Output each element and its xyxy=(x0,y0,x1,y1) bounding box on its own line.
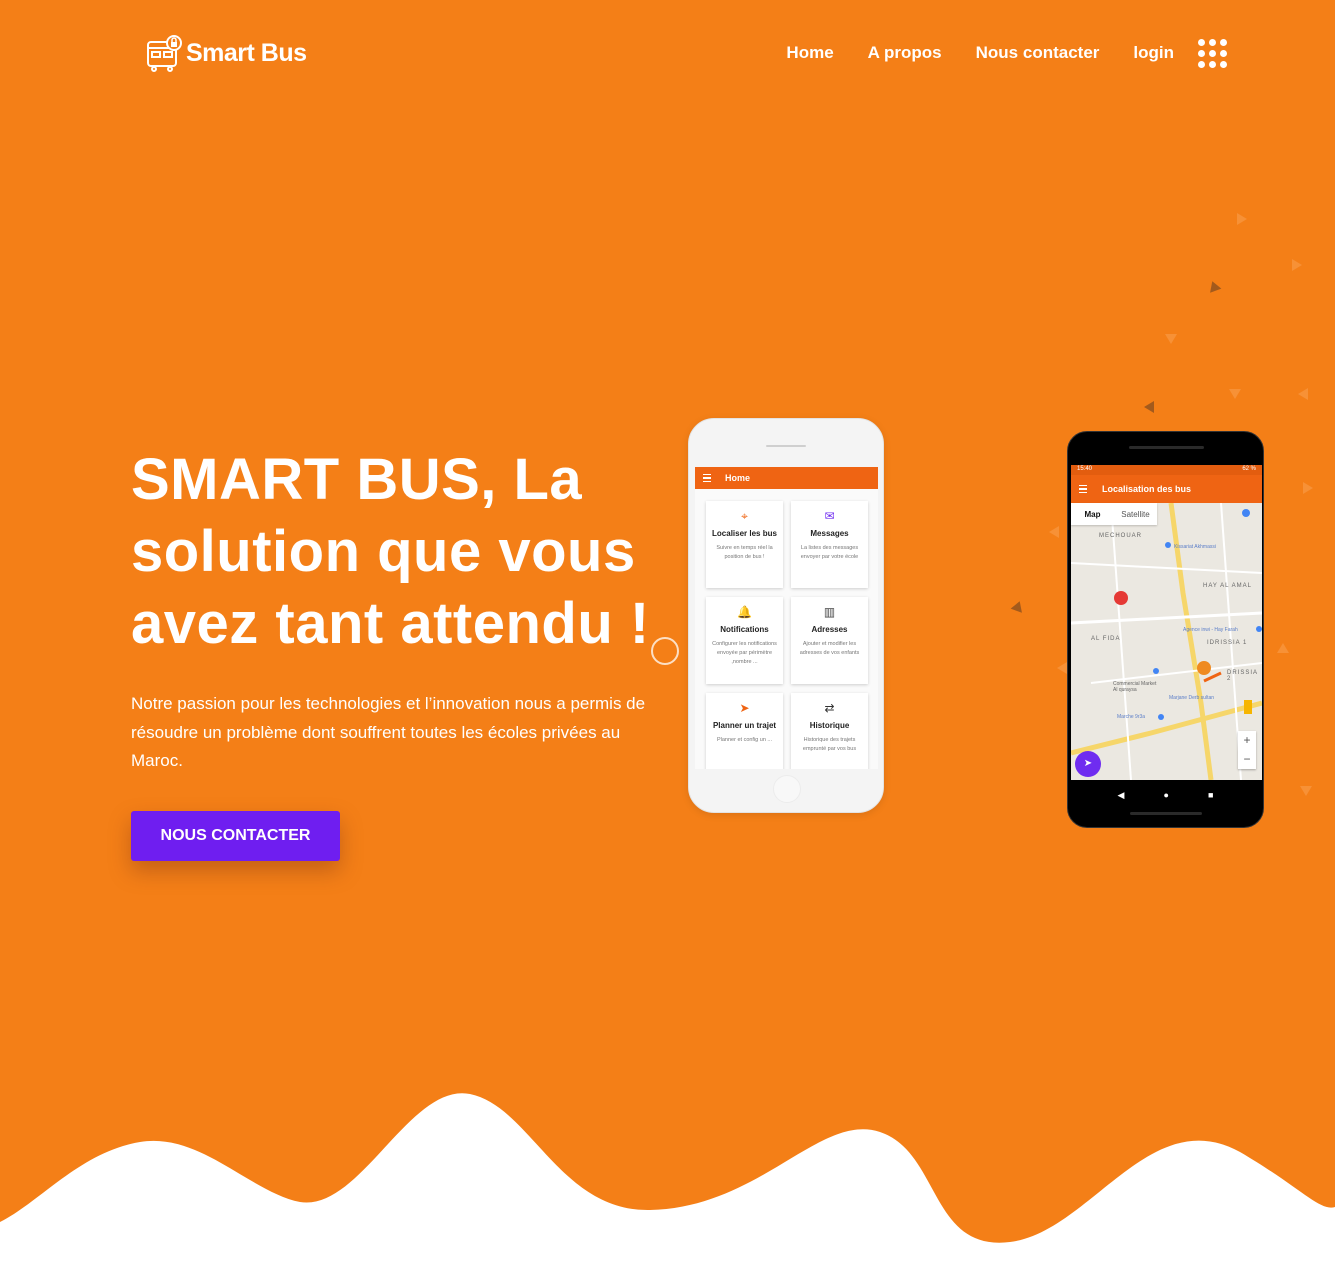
app-bar: Localisation des bus xyxy=(1071,475,1262,503)
feature-card-description: Suivre en temps réel la position de bus … xyxy=(716,545,773,560)
map-label: HAY AL AMAL xyxy=(1203,583,1252,589)
back-icon: ◀ xyxy=(1117,790,1125,800)
contact-cta-button[interactable]: NOUS CONTACTER xyxy=(131,811,340,861)
feature-card-title: Notifications xyxy=(720,625,769,634)
decorative-triangle xyxy=(1300,786,1312,796)
crosshair-icon: ⌖ xyxy=(741,509,748,523)
brand-name: Smart Bus xyxy=(186,38,307,67)
map-label: MECHOUAR xyxy=(1099,533,1143,539)
home-circle-icon: ● xyxy=(1163,790,1169,800)
map-label: Marjane Derb sultan xyxy=(1169,695,1215,701)
phone-speaker xyxy=(1129,446,1204,449)
menu-icon xyxy=(703,474,711,482)
feature-card: ➤ Planner un trajet Planner et config un .… xyxy=(706,693,783,769)
feature-card: 🔔 Notifications Configurer les notificatio… xyxy=(706,597,783,684)
swap-icon: ⇄ xyxy=(824,701,835,715)
main-menu: Home A propos Nous contacter login xyxy=(786,38,1227,68)
recent-apps-icon: ■ xyxy=(1208,790,1214,800)
status-time: 15:40 xyxy=(1077,466,1093,472)
phone-screen: Home ⌖ Localiser les bus Suivre en temps r… xyxy=(695,467,878,769)
nav-home-link[interactable]: Home xyxy=(786,43,833,63)
decorative-triangle xyxy=(1049,526,1059,538)
map-label: AL FIDA xyxy=(1091,636,1121,642)
feature-card: ✉ Messages La listes des messages envoyer … xyxy=(791,501,868,588)
feature-card-title: Adresses xyxy=(811,625,848,634)
home-button xyxy=(773,775,801,803)
phone-screen: 15:40 62 % Localisation des bus Map Sate… xyxy=(1071,465,1262,780)
nav-about-link[interactable]: A propos xyxy=(868,43,942,63)
decorative-triangle xyxy=(1010,599,1026,613)
menu-icon xyxy=(1079,485,1087,493)
hero-title: SMART BUS, La solution que vous avez tan… xyxy=(131,447,650,656)
map-label: Agence inwi - Hay Farah xyxy=(1183,627,1238,633)
top-nav: Smart Bus Home A propos Nous contacter l… xyxy=(146,32,1227,74)
feature-card-title: Messages xyxy=(810,529,849,538)
status-battery: 62 % xyxy=(1242,466,1256,472)
phone-mockup-home: Home ⌖ Localiser les bus Suivre en temps r… xyxy=(688,418,884,813)
phone-mockup-map: 15:40 62 % Localisation des bus Map Sate… xyxy=(1067,431,1264,828)
hero-description: Notre passion pour les technologies et l… xyxy=(131,694,646,770)
brand-logo[interactable]: Smart Bus xyxy=(146,34,307,72)
zoom-in-button: + xyxy=(1243,733,1251,747)
zoom-control: + − xyxy=(1238,731,1256,769)
compass-icon: ➤ xyxy=(1075,751,1101,777)
map-label: Commercial Market Al quraysa xyxy=(1113,681,1157,693)
map-label: Kissariat Akhmassi xyxy=(1174,544,1216,550)
phone-speaker xyxy=(766,445,806,447)
navigation-icon: ➤ xyxy=(739,701,750,715)
feature-card-description: La listes des messages envoyer par votre… xyxy=(800,545,859,560)
map-type-tabs: Map Satellite xyxy=(1071,503,1157,525)
decorative-triangle xyxy=(1303,482,1313,494)
app-bar: Home xyxy=(695,467,878,489)
mail-icon: ✉ xyxy=(824,509,835,523)
decorative-triangle xyxy=(1057,662,1067,674)
app-bar-title: Localisation des bus xyxy=(1102,484,1192,494)
map-view: Map Satellite MECHOUAR HAY AL AMAL AL FI… xyxy=(1071,503,1262,780)
phone-chin xyxy=(1130,812,1202,815)
map-label: DRISSIA 2 xyxy=(1227,670,1258,682)
decorative-ring xyxy=(651,637,679,665)
zoom-out-button: − xyxy=(1243,752,1251,766)
feature-card-description: Configurer les notifications envoyée par… xyxy=(712,641,777,665)
map-tab: Map xyxy=(1084,509,1101,519)
decorative-triangle xyxy=(1292,259,1302,271)
decorative-triangle xyxy=(1144,401,1154,413)
feature-card-title: Localiser les bus xyxy=(712,529,777,538)
bottom-wave xyxy=(0,1093,1335,1272)
feature-cards: ⌖ Localiser les bus Suivre en temps réel l… xyxy=(695,489,878,769)
nav-login-link[interactable]: login xyxy=(1133,43,1174,63)
decorative-triangle xyxy=(1237,213,1247,225)
decorative-triangle xyxy=(1277,643,1289,653)
decorative-triangle xyxy=(1206,279,1222,293)
feature-card: ⇄ Historique Historique des trajets emprun… xyxy=(791,693,868,769)
feature-card-description: Ajouter et modifier les adresses de vos … xyxy=(799,641,860,656)
grid-icon[interactable] xyxy=(1198,38,1227,68)
bell-icon: 🔔 xyxy=(737,605,752,619)
bus-icon xyxy=(147,35,182,72)
feature-card-description: Historique des trajets emprunté par vos … xyxy=(802,737,857,752)
map-label: IDRISSIA 1 xyxy=(1207,640,1248,646)
decorative-triangle xyxy=(1165,334,1177,344)
app-bar-title: Home xyxy=(725,473,751,483)
satellite-tab: Satellite xyxy=(1121,509,1150,519)
feature-card-description: Planner et config un ... xyxy=(716,737,773,743)
status-bar: 15:40 62 % xyxy=(1071,465,1262,475)
map-icon: ▥ xyxy=(823,605,836,619)
decorative-triangle xyxy=(1298,388,1308,400)
feature-card-title: Historique xyxy=(809,721,850,730)
nav-contact-link[interactable]: Nous contacter xyxy=(976,43,1100,63)
map-label: Marche 9r3a xyxy=(1117,714,1146,720)
feature-card: ⌖ Localiser les bus Suivre en temps réel l… xyxy=(706,501,783,588)
android-nav-bar: ◀ ● ■ xyxy=(1068,790,1263,801)
feature-card: ▥ Adresses Ajouter et modifier les adresse… xyxy=(791,597,868,684)
feature-card-title: Planner un trajet xyxy=(712,721,777,730)
decorative-triangle xyxy=(1229,389,1241,399)
